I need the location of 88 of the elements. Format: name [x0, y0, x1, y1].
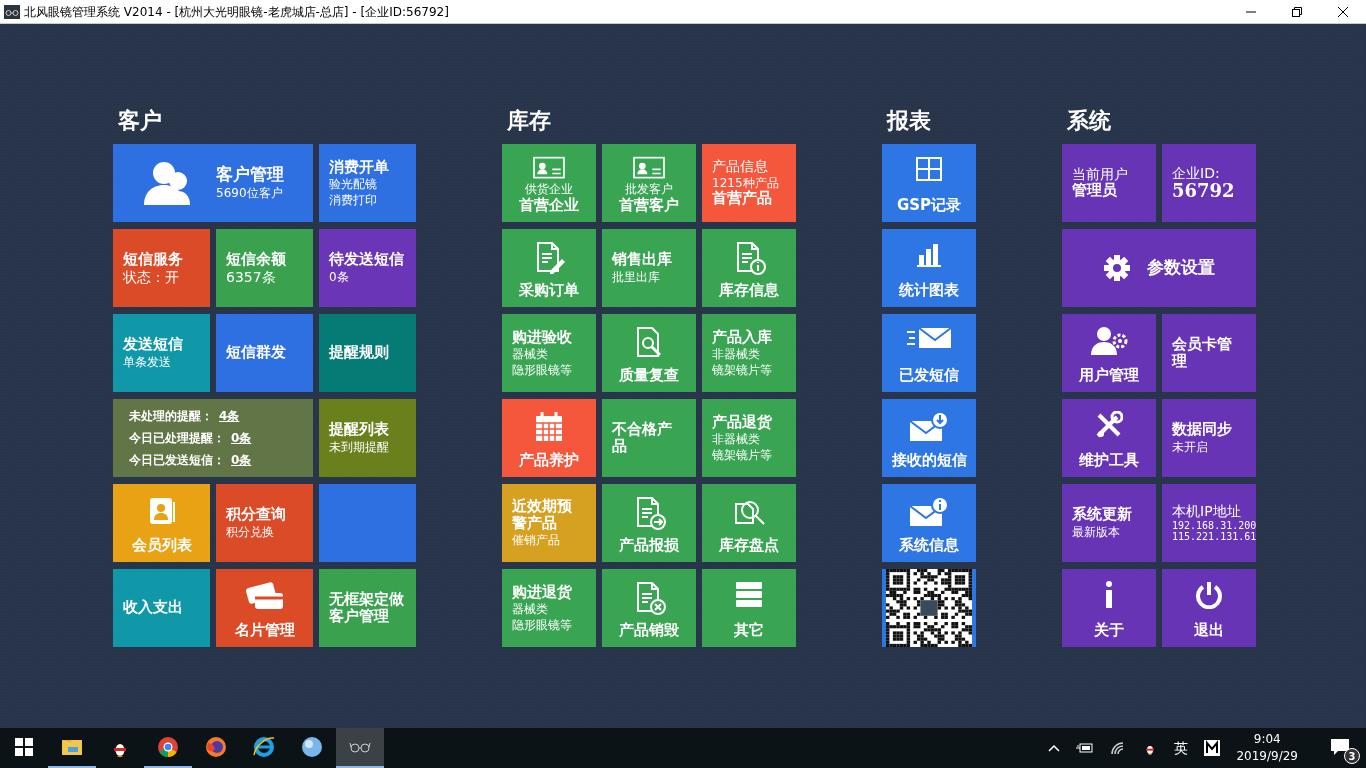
tools-icon: [1095, 411, 1123, 439]
restore-icon: [1292, 6, 1302, 17]
tile-button[interactable]: 产品报损: [602, 484, 696, 562]
tile-button[interactable]: 会员列表: [113, 484, 210, 562]
tile-button[interactable]: 产品养护: [502, 399, 596, 477]
tile-button[interactable]: 库存盘点: [702, 484, 796, 562]
bar-chart-icon: [916, 241, 942, 267]
user-gear-icon: [1090, 326, 1128, 356]
stat-link[interactable]: 0条: [231, 431, 252, 445]
tile-button[interactable]: 本机IP地址 192.168.31.200 115.221.131.61: [1162, 484, 1256, 562]
cards-icon: [244, 581, 285, 611]
stat-label: 未处理的提醒：: [129, 409, 213, 423]
notification-icon[interactable]: [1330, 738, 1350, 756]
notification-count: 3: [1344, 748, 1360, 764]
battery-icon[interactable]: [1076, 742, 1095, 754]
tile-button[interactable]: GSP记录: [882, 144, 976, 222]
tile-button[interactable]: 接收的短信: [882, 399, 976, 477]
tile-button[interactable]: 关于: [1062, 569, 1156, 647]
start-icon[interactable]: [15, 738, 33, 756]
stat-label: 今日已发送短信：: [129, 453, 225, 467]
chevron-up-icon[interactable]: [1048, 744, 1061, 752]
section-title: 系统: [1067, 107, 1112, 135]
tile-button[interactable]: 退出: [1162, 569, 1256, 647]
window-title: 北风眼镜管理系统 V2014 - [杭州大光明眼镜-老虎城店-总店] - [企业ID:56792]: [24, 3, 449, 21]
info-icon: [1104, 581, 1114, 609]
envelope-download-icon: [908, 411, 950, 443]
tile-button[interactable]: 质量复查: [602, 314, 696, 392]
tile-button[interactable]: 客户管理 5690位客户: [113, 144, 313, 222]
glasses-icon: [4, 4, 20, 19]
tile-button[interactable]: 短信余额 6357条: [216, 229, 313, 307]
tile-button[interactable]: 批发客户 首营客户: [602, 144, 696, 222]
tile-button[interactable]: 短信群发: [216, 314, 313, 392]
grid-icon: [915, 156, 943, 182]
clock-date[interactable]: 2019/9/29: [1236, 748, 1298, 765]
tile-button[interactable]: 积分查询 积分兑换: [216, 484, 313, 562]
tile-button[interactable]: 参数设置: [1062, 229, 1256, 307]
tile-button[interactable]: 产品信息 1215种产品 首营产品: [702, 144, 796, 222]
tile-button[interactable]: 其它: [702, 569, 796, 647]
tile-button[interactable]: 提醒列表 未到期提醒: [319, 399, 416, 477]
tile-button[interactable]: 供货企业 首营企业: [502, 144, 596, 222]
tile-button[interactable]: 用户管理: [1062, 314, 1156, 392]
tile-button[interactable]: 已发短信: [882, 314, 976, 392]
tile-button[interactable]: 消费开单 验光配镜 消费打印: [319, 144, 416, 222]
firefox-icon: [204, 735, 228, 759]
clock-time[interactable]: 9:04: [1253, 731, 1281, 748]
stat-link[interactable]: 0条: [231, 453, 252, 467]
tile-button[interactable]: 会员卡管理: [1162, 314, 1256, 392]
tile-button[interactable]: 企业ID: 56792: [1162, 144, 1256, 222]
tile-button[interactable]: 数据同步 未开启: [1162, 399, 1256, 477]
tile-button[interactable]: 统计图表: [882, 229, 976, 307]
tile-button[interactable]: 当前用户 管理员: [1062, 144, 1156, 222]
ie-icon: [252, 735, 276, 759]
tile-button[interactable]: 提醒规则: [319, 314, 416, 392]
envelope-icon: [906, 326, 952, 350]
chrome-icon: [156, 735, 180, 759]
stat-link[interactable]: 4条: [219, 409, 240, 423]
tile-button[interactable]: 名片管理: [216, 569, 313, 647]
envelope-info-icon: [908, 496, 950, 528]
tile-button[interactable]: 库存信息: [702, 229, 796, 307]
section-title: 库存: [507, 107, 552, 135]
tile-button[interactable]: 发送短信 单条发送: [113, 314, 210, 392]
tile-button[interactable]: 不合格产品: [602, 399, 696, 477]
stat-label: 今日已处理提醒：: [129, 431, 225, 445]
tile-button[interactable]: 无框架定做客户管理: [319, 569, 416, 647]
tile-button[interactable]: 近效期预警产品 催销产品: [502, 484, 596, 562]
tile-button[interactable]: 待发送短信 0条: [319, 229, 416, 307]
tile-button[interactable]: 维护工具: [1062, 399, 1156, 477]
tile-button[interactable]: 产品销毁: [602, 569, 696, 647]
calendar-icon: [534, 411, 564, 443]
section-title: 报表: [887, 107, 932, 135]
power-icon: [1195, 581, 1223, 609]
m-icon[interactable]: [1204, 740, 1221, 756]
tile-button[interactable]: 系统更新 最新版本: [1062, 484, 1156, 562]
tile-button[interactable]: 采购订单: [502, 229, 596, 307]
tile-button[interactable]: 购进验收 器械类 隐形眼镜等: [502, 314, 596, 392]
tile-button[interactable]: 产品入库 非器械类 镜架镜片等: [702, 314, 796, 392]
close-icon: [1338, 6, 1348, 17]
section-title: 客户: [118, 107, 163, 135]
input-method-indicator[interactable]: 英: [1174, 737, 1189, 759]
contact-card-icon: [147, 496, 176, 526]
globe-icon: [300, 735, 324, 759]
server-icon: [735, 581, 763, 609]
tile-button[interactable]: 销售出库 批里出库: [602, 229, 696, 307]
tile-button[interactable]: 购进退货 器械类 隐形眼镜等: [502, 569, 596, 647]
tile-button[interactable]: 系统信息: [882, 484, 976, 562]
tile-button[interactable]: 产品退货 非器械类 镜架镜片等: [702, 399, 796, 477]
tile-button[interactable]: 短信服务 状态：开: [113, 229, 210, 307]
tile-button[interactable]: 收入支出: [113, 569, 210, 647]
